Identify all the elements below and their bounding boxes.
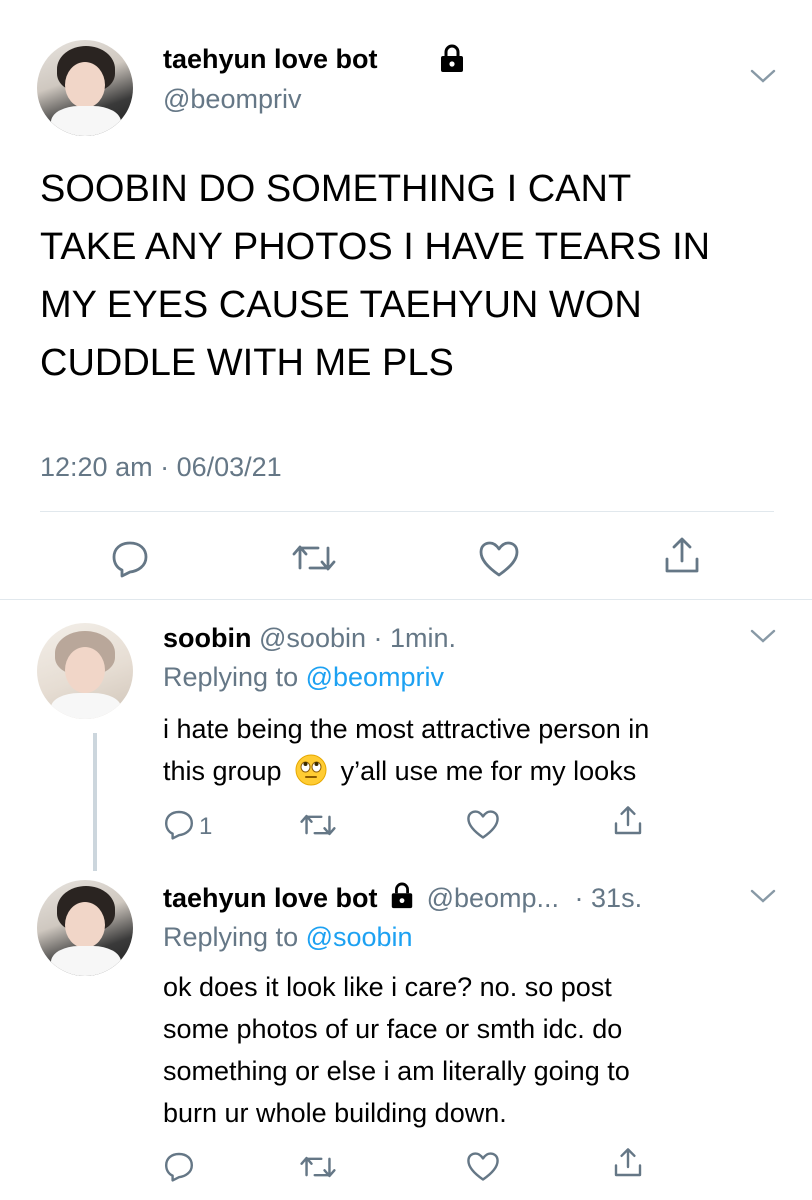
reply-text-line: this group y’all use me for my looks <box>163 750 649 792</box>
reply-header: soobin @soobin · 1min. <box>163 623 456 654</box>
retweet-icon[interactable] <box>300 1152 336 1182</box>
display-name[interactable]: taehyun love bot <box>163 883 378 913</box>
reply-text-line: something or else i am literally going t… <box>163 1056 630 1086</box>
chevron-down-icon[interactable] <box>750 68 776 84</box>
tweet-text-line: CUDDLE WITH ME PLS <box>40 342 454 384</box>
tweet-text: SOOBIN DO SOMETHING I CANT TAKE ANY PHOT… <box>40 160 710 392</box>
reply-text: i hate being the most attractive person … <box>163 708 649 792</box>
reply-text: ok does it look like i care? no. so post… <box>163 966 630 1134</box>
reply-text-line: some photos of ur face or smth idc. do <box>163 1014 623 1044</box>
replying-to: Replying to @soobin <box>163 922 413 953</box>
thread-line <box>93 733 97 871</box>
share-icon[interactable] <box>662 535 702 577</box>
share-icon[interactable] <box>612 804 644 838</box>
avatar[interactable] <box>37 623 133 719</box>
mention-link[interactable]: @beompriv <box>306 662 444 692</box>
reply-text-part: this group <box>163 756 282 786</box>
avatar[interactable] <box>37 880 133 976</box>
reply-icon[interactable] <box>163 808 195 840</box>
lock-icon <box>438 44 466 74</box>
handle[interactable]: @soobin <box>259 623 366 653</box>
tweet-text-line: SOOBIN DO SOMETHING I CANT <box>40 168 632 210</box>
reply-count: 1 <box>199 813 213 840</box>
timestamp[interactable]: 12:20 am · 06/03/21 <box>40 452 282 483</box>
display-name[interactable]: taehyun love bot <box>163 44 378 75</box>
display-name[interactable]: soobin <box>163 623 252 653</box>
divider <box>0 599 812 600</box>
like-icon[interactable] <box>466 1151 500 1182</box>
replying-to-label: Replying to <box>163 922 306 952</box>
tweet-text-line: TAKE ANY PHOTOS I HAVE TEARS IN <box>40 226 711 268</box>
eye-roll-emoji <box>295 754 327 786</box>
reply-icon[interactable] <box>110 538 150 578</box>
reply-icon[interactable] <box>163 1150 195 1182</box>
avatar[interactable] <box>37 40 133 136</box>
reply-text-line: burn ur whole building down. <box>163 1098 507 1128</box>
retweet-icon[interactable] <box>292 540 336 576</box>
handle[interactable]: @beompriv <box>163 84 301 115</box>
share-icon[interactable] <box>612 1146 644 1180</box>
tweet-text-line: MY EYES CAUSE TAEHYUN WON <box>40 284 642 326</box>
chevron-down-icon[interactable] <box>750 888 776 904</box>
reply-text-line: i hate being the most attractive person … <box>163 714 650 744</box>
reply-header: taehyun love bot @beomp... · 31s. <box>163 882 642 914</box>
like-icon[interactable] <box>466 809 500 840</box>
reply-time[interactable]: · 1min. <box>374 623 457 653</box>
reply-text-line: ok does it look like i care? no. so post <box>163 972 612 1002</box>
reply-text-part: y’all use me for my looks <box>340 756 637 786</box>
replying-to-label: Replying to <box>163 662 306 692</box>
retweet-icon[interactable] <box>300 810 336 840</box>
lock-icon <box>389 882 415 910</box>
mention-link[interactable]: @soobin <box>306 922 413 952</box>
handle[interactable]: @beomp... <box>427 883 559 913</box>
divider <box>40 511 774 512</box>
chevron-down-icon[interactable] <box>750 628 776 644</box>
reply-time[interactable]: · 31s. <box>575 883 643 913</box>
replying-to: Replying to @beompriv <box>163 662 444 693</box>
like-icon[interactable] <box>478 540 520 578</box>
